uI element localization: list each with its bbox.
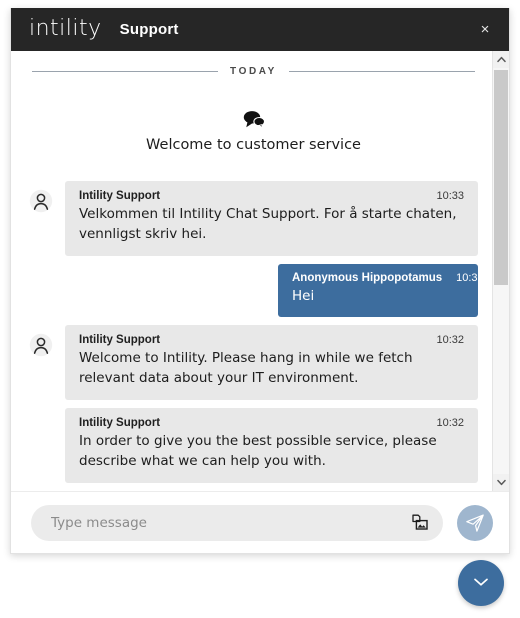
bubble-column: Intility Support 10:33 Velkommen til Int… xyxy=(65,181,478,256)
bubble-meta: Intility Support 10:32 xyxy=(79,334,464,346)
message-author: Anonymous Hippopotamus xyxy=(292,271,443,284)
message-author: Intility Support xyxy=(79,416,161,429)
intility-logo: intility xyxy=(29,15,102,41)
message-bubble-outgoing: Anonymous Hippopotamus 10:32 Hei xyxy=(278,263,484,317)
welcome-block: Welcome to customer service xyxy=(29,110,478,153)
day-divider-label: TODAY xyxy=(230,66,277,77)
chat-widget-app: intility Support × TODAY Welcome to cust… xyxy=(0,0,520,618)
chat-window: intility Support × TODAY Welcome to cust… xyxy=(10,8,510,554)
message-group: Intility Support 10:32 Welcome to Intili… xyxy=(29,324,478,483)
support-avatar-icon xyxy=(29,189,53,213)
support-avatar-icon xyxy=(29,333,53,357)
chat-body: TODAY Welcome to customer service Intili… xyxy=(11,51,509,491)
bubble-meta: Intility Support 10:32 xyxy=(79,417,464,429)
message-bubble: Intility Support 10:32 Welcome to Intili… xyxy=(65,324,478,400)
message-group: Intility Support 10:33 Velkommen til Int… xyxy=(29,181,478,256)
chat-bubbles-icon xyxy=(29,110,478,128)
bubble-meta: Intility Support 10:33 xyxy=(79,190,464,202)
divider-line-left xyxy=(32,71,219,72)
message-input[interactable] xyxy=(49,513,403,532)
message-composer xyxy=(11,491,509,553)
chat-header: intility Support × xyxy=(11,8,509,51)
send-button[interactable] xyxy=(457,504,493,541)
bubble-column: Intility Support 10:32 Welcome to Intili… xyxy=(65,324,478,483)
message-text: In order to give you the best possible s… xyxy=(79,432,437,469)
message-text: Hei xyxy=(292,287,315,304)
scrollbar-thumb[interactable] xyxy=(494,70,508,286)
message-text: Welcome to Intility. Please hang in whil… xyxy=(79,349,413,386)
scrollbar-track[interactable] xyxy=(493,68,509,474)
message-time: 10:32 xyxy=(436,416,464,429)
message-bubble: Intility Support 10:32 In order to give … xyxy=(65,407,478,483)
message-text: Velkommen til Intility Chat Support. For… xyxy=(79,206,457,242)
message-list: TODAY Welcome to customer service Intili… xyxy=(11,51,492,491)
message-bubble: Intility Support 10:33 Velkommen til Int… xyxy=(65,181,478,256)
message-input-shell[interactable] xyxy=(31,504,443,541)
close-icon[interactable]: × xyxy=(471,16,499,44)
chevron-down-icon xyxy=(473,574,489,592)
message-list-scrollbar[interactable] xyxy=(492,51,509,491)
bubble-meta: Anonymous Hippopotamus 10:32 xyxy=(292,271,484,284)
header-title: Support xyxy=(119,21,179,38)
welcome-text: Welcome to customer service xyxy=(146,137,361,153)
divider-line-right xyxy=(288,71,475,72)
message-time: 10:32 xyxy=(456,271,484,284)
scroll-down-icon[interactable] xyxy=(493,474,509,491)
message-group: Anonymous Hippopotamus 10:32 Hei xyxy=(29,263,484,317)
minimize-chat-button[interactable] xyxy=(458,560,504,606)
message-author: Intility Support xyxy=(79,190,161,202)
day-divider: TODAY xyxy=(29,66,478,77)
message-time: 10:32 xyxy=(436,333,464,346)
scroll-up-icon[interactable] xyxy=(493,51,509,68)
message-author: Intility Support xyxy=(79,333,161,346)
message-time: 10:33 xyxy=(436,190,464,202)
insert-image-icon[interactable] xyxy=(407,511,431,535)
